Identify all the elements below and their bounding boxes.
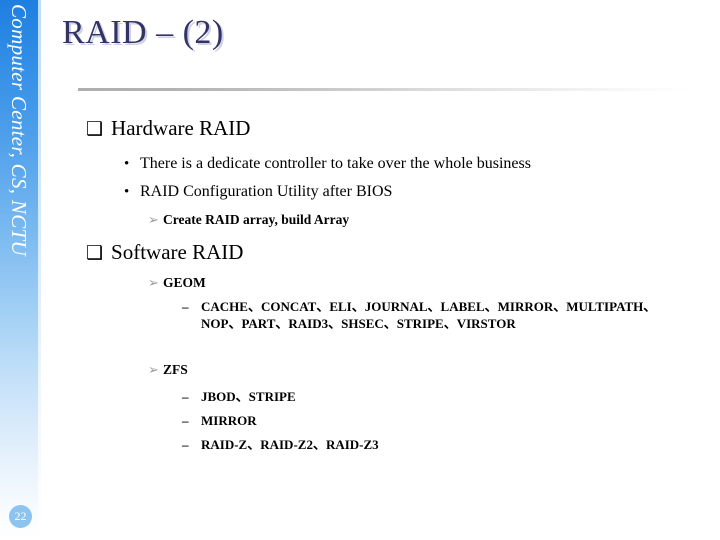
slide-body: ❑ Hardware RAID • There is a dedicate cont… bbox=[0, 0, 720, 540]
section-heading-text: Hardware RAID bbox=[111, 116, 251, 140]
sub-item-create-raid-array: ➢ Create RAID array, build Array bbox=[148, 212, 349, 228]
square-bullet-icon: ❑ bbox=[86, 119, 104, 140]
dot-bullet-icon: • bbox=[124, 184, 130, 200]
list-item-text: RAID Configuration Utility after BIOS bbox=[140, 183, 393, 200]
dot-bullet-icon: • bbox=[124, 156, 130, 172]
group-heading-text: GEOM bbox=[163, 275, 206, 290]
group-entry-zfs-1: – JBOD、STRIPE bbox=[182, 388, 296, 405]
group-entries-geom: – CACHE、CONCAT、ELI、JOURNAL、LABEL、MIRROR、… bbox=[182, 298, 660, 332]
dash-bullet-icon: – bbox=[182, 437, 189, 452]
arrow-bullet-icon: ➢ bbox=[148, 275, 159, 290]
dash-bullet-icon: – bbox=[182, 299, 189, 314]
section-heading-software-raid: ❑ Software RAID bbox=[86, 240, 243, 265]
group-entry-text: JBOD、STRIPE bbox=[201, 389, 296, 404]
section-heading-hardware-raid: ❑ Hardware RAID bbox=[86, 116, 250, 141]
list-item-text: There is a dedicate controller to take o… bbox=[140, 155, 531, 172]
list-item-hardware-1: • There is a dedicate controller to take … bbox=[124, 155, 531, 173]
group-entry-text: RAID-Z、RAID-Z2、RAID-Z3 bbox=[201, 437, 379, 452]
arrow-bullet-icon: ➢ bbox=[148, 362, 159, 377]
square-bullet-icon: ❑ bbox=[86, 243, 104, 264]
section-heading-text: Software RAID bbox=[111, 240, 244, 264]
slide: Computer Center, CS, NCTU 22 RAID – (2) … bbox=[0, 0, 720, 540]
group-heading-geom: ➢ GEOM bbox=[148, 275, 206, 291]
group-entries-text: CACHE、CONCAT、ELI、JOURNAL、LABEL、MIRROR、MU… bbox=[201, 299, 657, 331]
list-item-hardware-2: • RAID Configuration Utility after BIOS bbox=[124, 183, 392, 201]
group-entry-zfs-2: – MIRROR bbox=[182, 412, 257, 429]
dash-bullet-icon: – bbox=[182, 413, 189, 428]
group-entry-text: MIRROR bbox=[201, 413, 257, 428]
group-heading-text: ZFS bbox=[163, 362, 188, 377]
group-heading-zfs: ➢ ZFS bbox=[148, 362, 188, 378]
dash-bullet-icon: – bbox=[182, 389, 189, 404]
arrow-bullet-icon: ➢ bbox=[148, 212, 159, 227]
sub-item-text: Create RAID array, build Array bbox=[163, 212, 350, 227]
group-entry-zfs-3: – RAID-Z、RAID-Z2、RAID-Z3 bbox=[182, 436, 379, 453]
